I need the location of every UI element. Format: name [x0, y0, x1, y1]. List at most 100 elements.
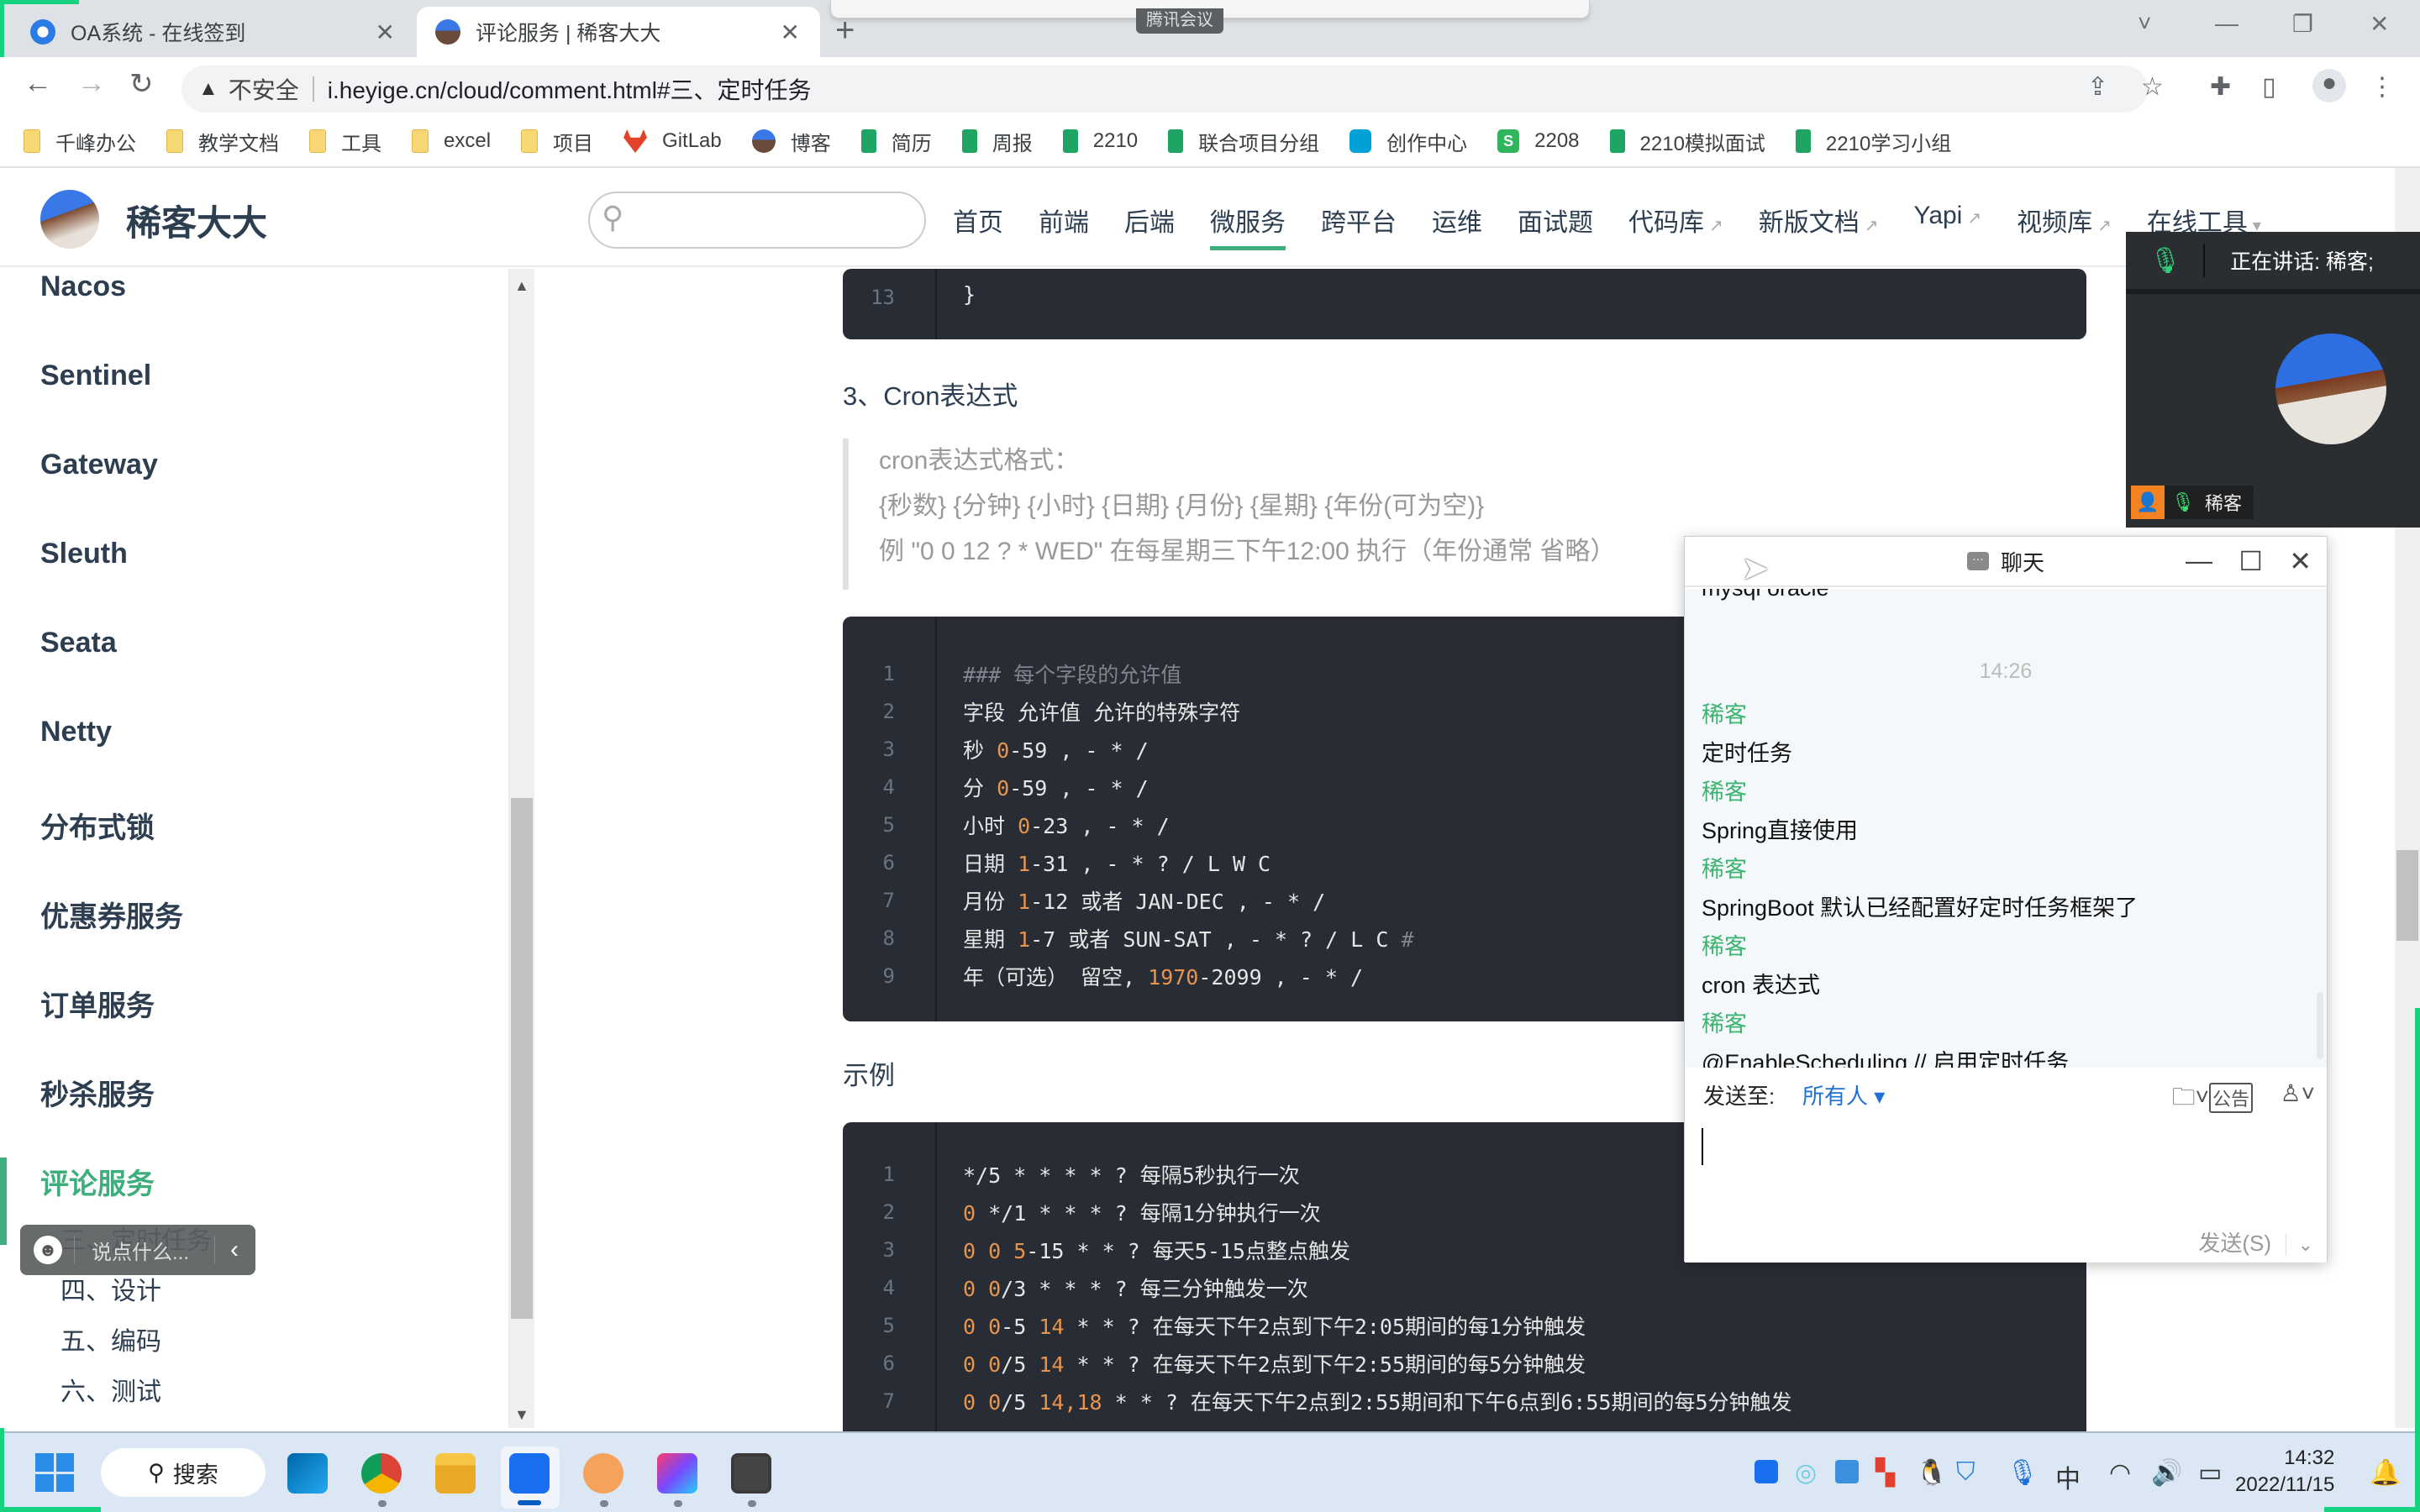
sublime-text-icon[interactable] — [731, 1453, 771, 1494]
nav-item[interactable]: 前端 — [1039, 202, 1089, 239]
bookmark-item[interactable]: 博客 — [751, 127, 831, 156]
sidebar-item[interactable]: Gateway — [40, 449, 158, 481]
bookmark-item[interactable]: 周报 — [961, 127, 1033, 156]
chat-minimize-button[interactable]: — — [2186, 545, 2212, 576]
tab-search-icon[interactable]: ˅ — [2138, 10, 2151, 37]
minimize-button[interactable]: — — [2215, 10, 2238, 37]
forward-button[interactable]: → — [77, 67, 106, 100]
extensions-icon[interactable]: ✚ — [2210, 72, 2231, 102]
ime-indicator[interactable]: 中 — [2055, 1458, 2081, 1495]
bookmark-item[interactable]: excel — [412, 129, 491, 153]
tab-oa[interactable]: OA系统 - 在线签到 ✕ — [12, 7, 415, 57]
meeting-badge[interactable]: 腾讯会议 — [1136, 8, 1223, 34]
nav-item[interactable]: 视频库 ↗ — [2017, 202, 2112, 239]
bookmark-item[interactable]: 2210模拟面试 — [1609, 127, 1765, 156]
nav-item[interactable]: 后端 — [1124, 202, 1175, 239]
nav-item[interactable]: 首页 — [953, 202, 1003, 239]
security-shield-icon[interactable]: ⛉ — [1956, 1458, 1975, 1487]
file-folder-icon[interactable]: 🗀˅ — [2172, 1079, 2209, 1120]
bookmark-item[interactable]: 千峰办公 — [24, 127, 136, 156]
comment-input-bar[interactable]: ☻ 说点什么... ‹ — [20, 1225, 255, 1275]
side-panel-icon[interactable]: ▯ — [2262, 72, 2276, 102]
sidebar-subitem[interactable]: 六、测试 — [60, 1371, 161, 1408]
scroll-down-arrow-icon[interactable]: ▼ — [514, 1406, 529, 1424]
collapse-icon[interactable]: ‹ — [230, 1236, 239, 1264]
sidebar-item[interactable]: 评论服务 — [40, 1161, 155, 1202]
user-permission-icon[interactable]: ♙˅ — [2281, 1079, 2315, 1107]
sidebar-item[interactable]: 优惠券服务 — [40, 894, 183, 935]
tab-comment-service[interactable]: 评论服务 | 稀客大大 ✕ — [417, 7, 820, 57]
share-icon[interactable]: ⇪ — [2087, 72, 2108, 102]
volume-icon[interactable]: 🔊 — [2151, 1458, 2182, 1488]
site-logo[interactable] — [40, 190, 99, 249]
qq-icon[interactable]: 🐧 — [1916, 1458, 1947, 1488]
chat-scrollbar[interactable] — [2317, 992, 2323, 1059]
chat-close-button[interactable]: ✕ — [2289, 545, 2312, 577]
reload-button[interactable]: ↻ — [129, 67, 154, 101]
taskbar-search[interactable]: ⚲ 搜索 — [101, 1448, 266, 1497]
sidebar-item[interactable]: Seata — [40, 627, 117, 659]
sidebar-item[interactable]: Sleuth — [40, 538, 128, 570]
tray-app-icon[interactable]: ◎ — [1795, 1458, 1817, 1488]
tab-close-icon[interactable]: ✕ — [376, 18, 395, 46]
profile-icon[interactable]: ● — [2312, 69, 2346, 102]
comment-placeholder[interactable]: 说点什么... — [92, 1236, 214, 1265]
bookmark-item[interactable]: 2210 — [1062, 129, 1138, 153]
tencent-meeting-tray-icon[interactable] — [1754, 1460, 1778, 1483]
sidebar-subitem[interactable]: 五、编码 — [60, 1320, 161, 1357]
sidebar-item[interactable]: 订单服务 — [40, 983, 155, 1024]
chat-message-list[interactable]: mysql oracle 14:26 稀客定时任务稀客Spring直接使用稀客S… — [1685, 589, 2327, 1068]
start-button[interactable] — [35, 1453, 74, 1492]
security-label[interactable]: 不安全 — [229, 72, 299, 106]
scroll-up-arrow-icon[interactable]: ▲ — [514, 277, 529, 295]
microphone-icon[interactable]: 🎙 — [2007, 1458, 2039, 1488]
bookmark-item[interactable]: 联合项目分组 — [1168, 127, 1319, 156]
bookmark-item[interactable]: GitLab — [623, 129, 722, 153]
sidebar-scroll-thumb[interactable] — [511, 798, 533, 1319]
nav-item[interactable]: 面试题 — [1518, 202, 1593, 239]
warning-icon[interactable]: ▲ — [198, 77, 218, 101]
tray-app-icon[interactable]: ▚ — [1876, 1458, 1895, 1488]
send-to-dropdown[interactable]: 所有人 ▾ — [1802, 1079, 1885, 1110]
tray-app-icon[interactable] — [1835, 1460, 1859, 1483]
menu-icon[interactable]: ⋮ — [2370, 72, 2395, 102]
address-bar[interactable]: ▲ 不安全 i.heyige.cn/cloud/comment.html#三、定… — [182, 66, 2148, 113]
nav-item[interactable]: Yapi ↗ — [1914, 202, 1982, 239]
nav-item[interactable]: 新版文档 ↗ — [1759, 202, 1879, 239]
page-scroll-thumb[interactable] — [2396, 850, 2418, 941]
sidebar-item[interactable]: 秒杀服务 — [40, 1072, 155, 1113]
close-window-button[interactable]: ✕ — [2370, 10, 2389, 38]
back-button[interactable]: ← — [24, 67, 52, 100]
nav-item[interactable]: 运维 — [1432, 202, 1482, 239]
send-button[interactable]: 发送(S) — [2198, 1226, 2271, 1257]
notification-bell-icon[interactable]: 🔔 — [2370, 1458, 2401, 1488]
sidebar-item[interactable]: Sentinel — [40, 360, 151, 392]
sidebar-subitem[interactable]: 四、设计 — [60, 1270, 161, 1307]
nav-item[interactable]: 微服务 — [1210, 202, 1286, 250]
emoji-icon[interactable]: ☻ — [34, 1236, 62, 1264]
bookmark-item[interactable]: 项目 — [521, 127, 593, 156]
bookmark-item[interactable]: 教学文档 — [166, 127, 279, 156]
chrome-icon[interactable] — [361, 1453, 402, 1494]
system-clock[interactable]: 14:32 2022/11/15 — [2235, 1445, 2334, 1499]
bookmark-item[interactable]: 工具 — [309, 127, 381, 156]
tencent-meeting-icon[interactable] — [509, 1453, 550, 1494]
chat-titlebar[interactable]: ··· 聊天 — [1685, 537, 2327, 587]
sidebar-item[interactable]: Netty — [40, 716, 112, 748]
file-explorer-icon[interactable] — [435, 1453, 476, 1494]
bookmark-item[interactable]: S 2208 — [1497, 129, 1580, 153]
participant-avatar[interactable] — [2275, 333, 2386, 444]
nav-item[interactable]: 代码库 ↗ — [1628, 202, 1723, 239]
sidebar-item[interactable]: Nacos — [40, 270, 126, 303]
intellij-idea-icon[interactable] — [657, 1453, 697, 1494]
site-name[interactable]: 稀客大大 — [126, 195, 267, 246]
vscode-icon[interactable] — [287, 1453, 328, 1494]
nav-item[interactable]: 跨平台 — [1321, 202, 1397, 239]
bookmark-item[interactable]: 2210学习小组 — [1795, 127, 1951, 156]
announcement-icon[interactable]: 公告 — [2208, 1083, 2253, 1113]
bookmark-item[interactable]: 简历 — [860, 127, 932, 156]
wifi-icon[interactable]: ◠ — [2109, 1458, 2131, 1488]
restore-button[interactable]: ❐ — [2292, 10, 2313, 38]
battery-icon[interactable]: ▭ — [2198, 1458, 2222, 1488]
chat-maximize-button[interactable]: ☐ — [2238, 545, 2263, 577]
